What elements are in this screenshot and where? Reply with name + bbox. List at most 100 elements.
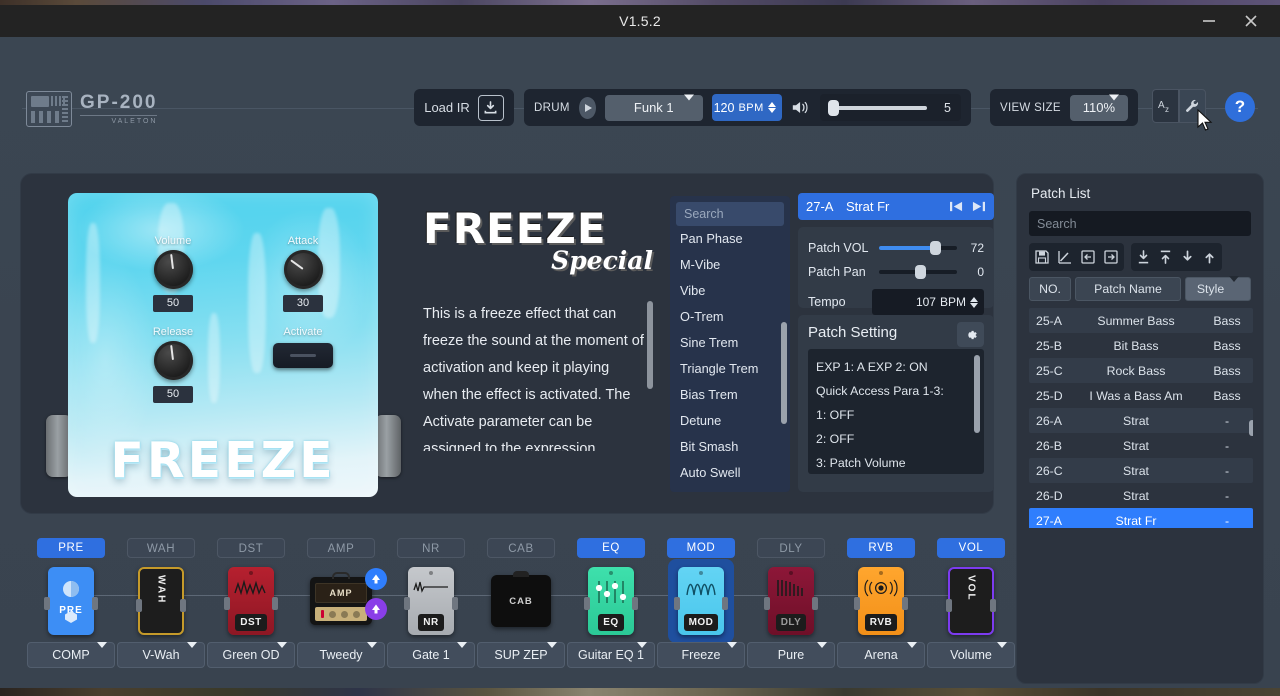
- table-row[interactable]: 25-C Rock Bass Bass: [1029, 358, 1253, 383]
- column-style[interactable]: Style: [1185, 276, 1251, 301]
- slot-select-wah[interactable]: V-Wah: [117, 642, 205, 668]
- slot-tag-mod[interactable]: MOD: [667, 538, 735, 558]
- slot-tag-rvb[interactable]: RVB: [847, 538, 915, 558]
- activate-control[interactable]: Activate: [268, 326, 338, 368]
- patch-setting-scrollbar[interactable]: [974, 355, 980, 433]
- table-row[interactable]: 26-D Strat -: [1029, 483, 1253, 508]
- patch-search-input[interactable]: Search: [1029, 211, 1251, 236]
- move-down-icon[interactable]: [1180, 249, 1195, 265]
- table-row-selected[interactable]: 27-A Strat Fr -: [1029, 508, 1253, 528]
- pedal-amp[interactable]: AMP: [310, 572, 372, 625]
- pedal-pre[interactable]: PRE: [44, 567, 98, 635]
- description-scrollbar[interactable]: [647, 301, 653, 389]
- slot-tag-pre[interactable]: PRE: [37, 538, 105, 558]
- patch-pan-handle[interactable]: [914, 265, 926, 279]
- play-icon[interactable]: [578, 96, 596, 119]
- drum-pattern-select[interactable]: Funk 1: [604, 94, 703, 121]
- slot-select-cab[interactable]: SUP ZEP: [477, 642, 565, 668]
- fx-item-7[interactable]: Detune: [676, 408, 784, 434]
- slot-tag-amp[interactable]: AMP: [307, 538, 375, 558]
- bpm-stepper[interactable]: [767, 102, 776, 113]
- fx-item-6[interactable]: Bias Trem: [676, 382, 784, 408]
- knob-volume-dial[interactable]: [153, 250, 193, 289]
- pedal-eq[interactable]: EQ: [584, 567, 638, 635]
- save-icon[interactable]: [1034, 249, 1050, 265]
- download-patch-icon[interactable]: [1136, 249, 1151, 265]
- effect-list-scrollbar[interactable]: [781, 322, 787, 424]
- patch-pan-slider[interactable]: [879, 265, 957, 279]
- knob-attack-value[interactable]: 30: [283, 295, 323, 312]
- table-row[interactable]: 25-A Summer Bass Bass: [1029, 308, 1253, 333]
- load-ir-button[interactable]: Load IR: [414, 89, 514, 126]
- slot-select-eq[interactable]: Guitar EQ 1: [567, 642, 655, 668]
- pedal-dst[interactable]: DST: [224, 567, 278, 635]
- effect-search-input[interactable]: Search: [676, 202, 784, 226]
- slot-select-vol[interactable]: Volume: [927, 642, 1015, 668]
- slot-select-dly[interactable]: Pure: [747, 642, 835, 668]
- gear-icon[interactable]: [957, 322, 984, 347]
- fx-item-3[interactable]: O-Trem: [676, 304, 784, 330]
- speaker-icon[interactable]: [791, 99, 811, 116]
- volume-handle[interactable]: [827, 99, 839, 116]
- knob-attack-dial[interactable]: [283, 250, 323, 289]
- fx-item-5[interactable]: Triangle Trem: [676, 356, 784, 382]
- knob-release-value[interactable]: 50: [153, 386, 193, 403]
- activate-button[interactable]: [273, 343, 333, 368]
- up-arrow-icon[interactable]: [365, 568, 387, 590]
- pedal-rvb[interactable]: RVB: [854, 567, 908, 635]
- slot-select-dst[interactable]: Green OD: [207, 642, 295, 668]
- patch-tempo-field[interactable]: 107 BPM: [872, 289, 984, 315]
- edit-icon[interactable]: [1057, 249, 1073, 265]
- up-arrow-icon[interactable]: [365, 598, 387, 620]
- slot-tag-vol[interactable]: VOL: [937, 538, 1005, 558]
- fx-item-0[interactable]: Pan Phase: [676, 226, 784, 252]
- pedal-vol[interactable]: VOL: [946, 567, 996, 635]
- knob-volume[interactable]: Volume 50: [138, 235, 208, 312]
- knob-attack[interactable]: Attack 30: [268, 235, 338, 312]
- column-patch-name[interactable]: Patch Name: [1075, 277, 1181, 301]
- tempo-stepper[interactable]: [970, 296, 978, 308]
- pedal-wah[interactable]: WAH: [136, 567, 186, 635]
- close-icon[interactable]: [1230, 5, 1272, 37]
- fx-item-1[interactable]: M-Vibe: [676, 252, 784, 278]
- table-row[interactable]: 26-B Strat -: [1029, 433, 1253, 458]
- slot-select-nr[interactable]: Gate 1: [387, 642, 475, 668]
- knob-volume-value[interactable]: 50: [153, 295, 193, 312]
- bpm-field[interactable]: 120 BPM: [711, 94, 782, 121]
- slot-tag-dst[interactable]: DST: [217, 538, 285, 558]
- slot-tag-dly[interactable]: DLY: [757, 538, 825, 558]
- skip-next-icon[interactable]: [971, 200, 986, 213]
- slot-tag-nr[interactable]: NR: [397, 538, 465, 558]
- move-up-icon[interactable]: [1202, 249, 1217, 265]
- table-row[interactable]: 25-B Bit Bass Bass: [1029, 333, 1253, 358]
- slot-select-pre[interactable]: COMP: [27, 642, 115, 668]
- master-volume-slider[interactable]: 5: [819, 94, 961, 121]
- slot-tag-wah[interactable]: WAH: [127, 538, 195, 558]
- help-button[interactable]: ?: [1225, 92, 1255, 122]
- fx-item-4[interactable]: Sine Trem: [676, 330, 784, 356]
- pedal-dly[interactable]: DLY: [764, 567, 818, 635]
- knob-release-dial[interactable]: [153, 341, 193, 380]
- table-row[interactable]: 26-C Strat -: [1029, 458, 1253, 483]
- minimize-icon[interactable]: [1188, 5, 1230, 37]
- slot-select-rvb[interactable]: Arena: [837, 642, 925, 668]
- patch-vol-slider[interactable]: [879, 241, 957, 255]
- volume-track[interactable]: [827, 99, 927, 116]
- view-size-select[interactable]: 110%: [1069, 94, 1128, 121]
- slot-select-mod[interactable]: Freeze: [657, 642, 745, 668]
- table-row[interactable]: 26-A Strat -: [1029, 408, 1253, 433]
- export-icon[interactable]: [1103, 249, 1119, 265]
- slot-tag-cab[interactable]: CAB: [487, 538, 555, 558]
- table-row[interactable]: 25-D I Was a Bass Am Bass: [1029, 383, 1253, 408]
- pedal-nr[interactable]: NR: [404, 567, 458, 635]
- import-icon[interactable]: [1080, 249, 1096, 265]
- pedal-cab[interactable]: CAB: [491, 571, 551, 627]
- upload-patch-icon[interactable]: [1158, 249, 1173, 265]
- slot-tag-eq[interactable]: EQ: [577, 538, 645, 558]
- skip-previous-icon[interactable]: [949, 200, 964, 213]
- fx-item-8[interactable]: Bit Smash: [676, 434, 784, 460]
- column-no[interactable]: NO.: [1029, 277, 1071, 301]
- slot-select-amp[interactable]: Tweedy: [297, 642, 385, 668]
- patch-vol-handle[interactable]: [930, 241, 942, 255]
- fx-item-2[interactable]: Vibe: [676, 278, 784, 304]
